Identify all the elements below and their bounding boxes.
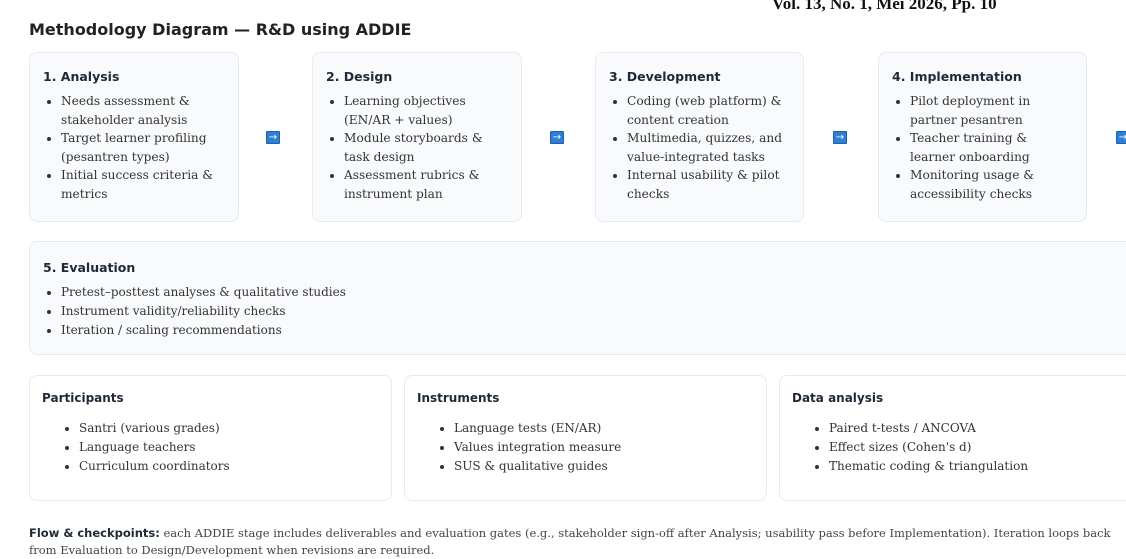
list-item: Paired t-tests / ANCOVA [829,419,1126,438]
diagram-title: Methodology Diagram — R&D using ADDIE [29,20,412,39]
stage-title: 3. Development [609,69,721,84]
list-item: Thematic coding & triangulation [829,457,1126,476]
stage-title: 5. Evaluation [43,260,136,275]
journal-header: Vol. 13, No. 1, Mei 2026, Pp. 10 [772,0,997,13]
stage-list: Pretest–posttest analyses & qualitative … [43,283,1125,340]
footnote-label: Flow & checkpoints: [29,526,160,540]
list-item: Pilot deployment in partner pesantren [910,92,1076,129]
list-item: Coding (web platform) & content creation [627,92,793,129]
stage-title: 1. Analysis [43,69,120,84]
stage-analysis: 1. Analysis Needs assessment & stakehold… [29,52,239,222]
stage-implementation: 4. Implementation Pilot deployment in pa… [878,52,1087,222]
list-item: Module storyboards & task design [344,129,511,166]
list-item: Santri (various grades) [79,419,379,438]
list-item: Teacher training & learner onboarding [910,129,1076,166]
arrow-right-icon: → [1116,131,1126,144]
panel-list: Language tests (EN/AR) Values integratio… [417,419,754,476]
list-item: Target learner profiling (pesantren type… [61,129,228,166]
list-item: Learning objectives (EN/AR + values) [344,92,511,129]
stage-development: 3. Development Coding (web platform) & c… [595,52,804,222]
stage-design: 2. Design Learning objectives (EN/AR + v… [312,52,522,222]
list-item: Language tests (EN/AR) [454,419,754,438]
list-item: Curriculum coordinators [79,457,379,476]
arrow-right-icon: → [550,131,564,144]
stage-list: Coding (web platform) & content creation… [609,92,793,204]
list-item: Internal usability & pilot checks [627,166,793,203]
list-item: Monitoring usage & accessibility checks [910,166,1076,203]
footnote-text: each ADDIE stage includes deliverables a… [29,526,1111,557]
list-item: Multimedia, quizzes, and value-integrate… [627,129,793,166]
stage-list: Needs assessment & stakeholder analysis … [43,92,228,204]
stage-title: 2. Design [326,69,393,84]
stage-title: 4. Implementation [892,69,1022,84]
stage-list: Learning objectives (EN/AR + values) Mod… [326,92,511,204]
list-item: Needs assessment & stakeholder analysis [61,92,228,129]
panel-title: Instruments [417,391,500,405]
panel-title: Data analysis [792,391,884,405]
list-item: Effect sizes (Cohen's d) [829,438,1126,457]
stage-list: Pilot deployment in partner pesantren Te… [892,92,1076,204]
panel-list: Paired t-tests / ANCOVA Effect sizes (Co… [792,419,1126,476]
panel-instruments: Instruments Language tests (EN/AR) Value… [404,375,767,501]
stage-evaluation: 5. Evaluation Pretest–posttest analyses … [29,241,1126,355]
arrow-right-icon: → [833,131,847,144]
list-item: Iteration / scaling recommendations [61,321,1125,340]
panel-data-analysis: Data analysis Paired t-tests / ANCOVA Ef… [779,375,1126,501]
list-item: Values integration measure [454,438,754,457]
arrow-right-icon: → [266,131,280,144]
list-item: Language teachers [79,438,379,457]
panel-list: Santri (various grades) Language teacher… [42,419,379,476]
list-item: SUS & qualitative guides [454,457,754,476]
panel-title: Participants [42,391,124,405]
list-item: Instrument validity/reliability checks [61,302,1125,321]
list-item: Pretest–posttest analyses & qualitative … [61,283,1125,302]
list-item: Assessment rubrics & instrument plan [344,166,511,203]
panel-participants: Participants Santri (various grades) Lan… [29,375,392,501]
list-item: Initial success criteria & metrics [61,166,228,203]
